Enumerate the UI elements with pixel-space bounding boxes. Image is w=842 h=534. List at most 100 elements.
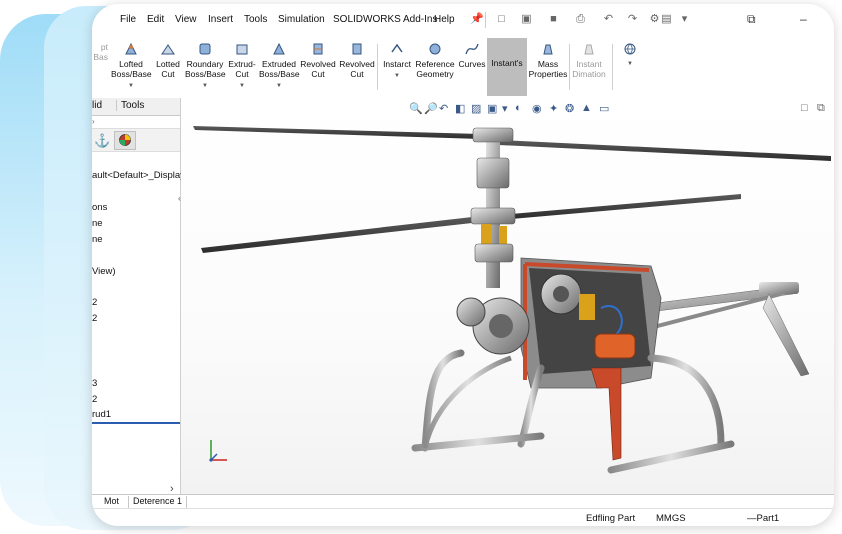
- status-bar: Edfling Part MMGS —Part1: [92, 508, 834, 526]
- lower-rotor-hub: [470, 207, 516, 225]
- status-units[interactable]: MMGS: [656, 513, 686, 524]
- print-icon[interactable]: ⎙: [574, 13, 587, 26]
- menu-view[interactable]: View: [175, 14, 197, 25]
- tree-item-extrude[interactable]: rud1: [92, 409, 111, 420]
- options-icon[interactable]: ▤: [660, 13, 673, 26]
- extruded-boss-base-button[interactable]: Extruded Boss/Base ▼: [259, 42, 300, 91]
- lower-swashplate: [474, 243, 514, 263]
- menu-edit[interactable]: Edit: [147, 14, 164, 25]
- tab-motion-study[interactable]: Mot: [100, 496, 123, 508]
- lofted-cut-button[interactable]: Lotted Cut: [153, 42, 183, 79]
- chevron-down-icon[interactable]: ▼: [620, 59, 640, 69]
- tree-item-plane[interactable]: ne: [92, 218, 103, 229]
- chevron-down-icon[interactable]: ▼: [185, 81, 225, 91]
- ribbon-label: Reference Geometry: [415, 59, 455, 79]
- mass-properties-icon: [543, 44, 553, 55]
- tail-fin: [762, 293, 810, 377]
- tab-model-view[interactable]: Deterence 1: [128, 496, 188, 508]
- tree-item-plane[interactable]: ne: [92, 234, 103, 245]
- panel-icon-tabs: ⚓: [92, 128, 180, 152]
- ribbon-separator: [612, 44, 613, 90]
- landing-skid-right: [607, 440, 735, 474]
- ribbon-separator: [377, 44, 378, 90]
- mass-properties-button[interactable]: Mass Properties: [528, 42, 568, 79]
- chevron-down-icon[interactable]: ▼: [381, 71, 413, 81]
- ribbon-label: Lofted Boss/Base: [111, 59, 152, 79]
- globe-button[interactable]: ▼: [620, 42, 640, 69]
- helicopter-model[interactable]: [181, 98, 834, 494]
- open-icon[interactable]: ▣: [520, 13, 533, 26]
- tab-solid[interactable]: lid: [92, 100, 102, 111]
- menu-simulation[interactable]: Simulation: [278, 14, 325, 25]
- upper-swashplate: [476, 157, 510, 189]
- extruded-cut-button[interactable]: Extrud- Cut ▼: [227, 42, 257, 91]
- instants-button[interactable]: Instant's: [489, 58, 525, 68]
- minimize-icon[interactable]: –: [800, 12, 807, 26]
- lofted-cut-icon: [161, 44, 175, 55]
- graphics-viewport[interactable]: 🔍 🔎 ↶ ◧ ▨ ▣ ▾ ◐ ◉ ✦ ❂ ▲ ▭ □ ⧉: [181, 98, 834, 494]
- tree-item[interactable]: 2: [92, 394, 97, 405]
- save-icon[interactable]: ■: [547, 13, 560, 26]
- lofted-boss-base-button[interactable]: Lofted Boss/Base ▼: [111, 42, 152, 91]
- boundary-boss-base-button[interactable]: Roundary Boss/Base ▼: [185, 42, 226, 91]
- tree-item-annotations[interactable]: ons: [92, 202, 107, 213]
- anchor-icon[interactable]: ⚓: [94, 133, 110, 149]
- gear-center: [553, 286, 569, 302]
- boundary-boss-base-icon: [199, 43, 211, 55]
- revolved-cut-button[interactable]: Revolved Cut: [300, 42, 336, 79]
- chevron-down-icon[interactable]: ▼: [259, 81, 299, 91]
- quick-access-dropdown-icon[interactable]: ▾: [678, 13, 691, 26]
- tree-item[interactable]: 2: [92, 297, 97, 308]
- red-landing-brace: [590, 367, 622, 461]
- chevron-down-icon[interactable]: ▼: [111, 81, 151, 91]
- menu-help[interactable]: Help: [434, 14, 455, 25]
- ribbon-partial-button[interactable]: pt Bas: [92, 42, 108, 62]
- menu-tools[interactable]: Tools: [244, 14, 267, 25]
- small-gear: [456, 297, 486, 327]
- linkage-gold: [499, 226, 507, 244]
- restore-icon[interactable]: ⧉: [747, 12, 756, 27]
- tree-item[interactable]: 3: [92, 378, 97, 389]
- appearance-tab[interactable]: [114, 131, 136, 150]
- tab-tools[interactable]: Tools: [116, 100, 144, 111]
- lower-rotor-blade-right: [511, 194, 741, 219]
- revolved-cut-icon: [313, 43, 323, 55]
- coordinate-triad: [209, 440, 227, 462]
- instant3d-icon: [391, 43, 403, 53]
- curves-button[interactable]: Curves: [458, 42, 486, 69]
- tree-item-display-state[interactable]: ault<Default>_Display: [92, 170, 185, 181]
- ribbon-label: Mass Properties: [528, 59, 568, 79]
- reference-geometry-button[interactable]: Reference Geometry: [415, 42, 455, 79]
- lofted-boss-base-icon: [125, 42, 137, 55]
- instant-dimension-button[interactable]: Instant Dimation: [571, 42, 607, 79]
- new-document-icon[interactable]: □: [495, 13, 508, 26]
- upper-rotor-blade-left: [193, 126, 481, 139]
- landing-strut-rear-right: [647, 354, 725, 448]
- reference-geometry-icon: [429, 43, 441, 55]
- bottom-tab-bar: Mot Deterence 1: [92, 494, 834, 509]
- menu-insert[interactable]: Insert: [208, 14, 233, 25]
- status-part-name: —Part1: [747, 513, 780, 524]
- ribbon-label: Revolved Cut: [339, 59, 375, 79]
- ribbon-label: Roundary Boss/Base: [185, 59, 226, 79]
- revolved-cut-2-button[interactable]: Revolved Cut: [339, 42, 375, 79]
- revolved-cut-icon: [352, 43, 362, 55]
- menu-file[interactable]: File: [120, 14, 136, 25]
- tree-item[interactable]: 2: [92, 313, 97, 324]
- redo-icon[interactable]: ↷: [626, 13, 639, 26]
- ribbon-label: Instarct: [383, 59, 411, 69]
- menu-addins[interactable]: SOLIDWORKS Add-Ins: [333, 14, 437, 25]
- ribbon-label: Instant's: [491, 58, 523, 68]
- panel-tab-row: lid Tools: [92, 98, 180, 116]
- status-document-type: Edfling Part: [586, 513, 636, 524]
- extruded-cut-icon: [236, 44, 248, 55]
- menu-separator: [485, 12, 486, 28]
- instant3d-button[interactable]: Instarct ▼: [381, 42, 413, 81]
- tree-item-view[interactable]: View): [92, 266, 116, 277]
- ribbon-label: Revolved Cut: [300, 59, 336, 79]
- panel-row-arrow: ›: [92, 117, 95, 126]
- undo-icon[interactable]: ↶: [602, 13, 615, 26]
- pin-icon[interactable]: 📌: [470, 13, 484, 26]
- ribbon-separator: [569, 44, 570, 90]
- chevron-down-icon[interactable]: ▼: [227, 81, 257, 91]
